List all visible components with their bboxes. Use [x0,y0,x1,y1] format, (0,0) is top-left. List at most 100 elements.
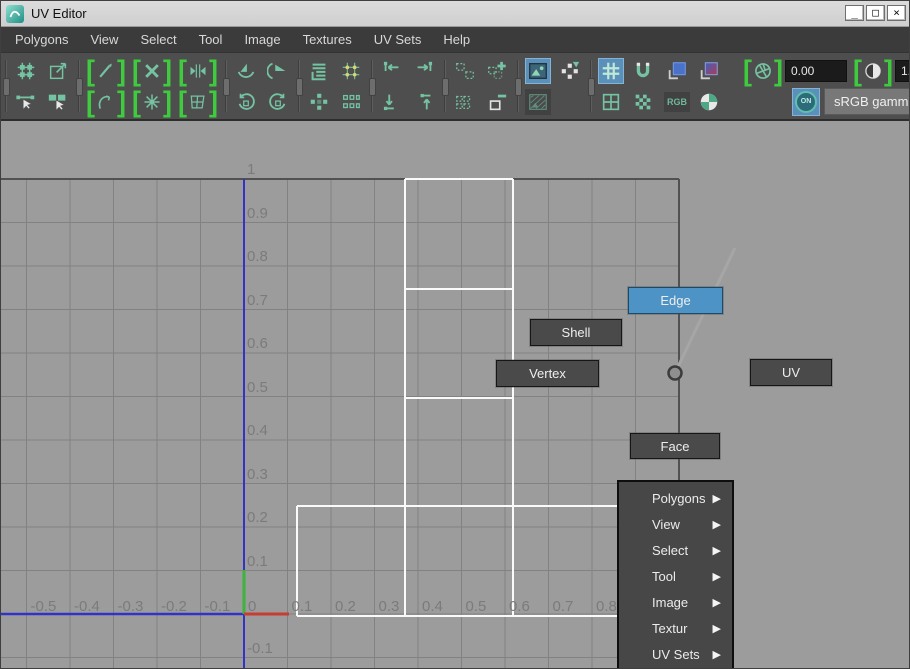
on-indicator: ON [795,90,817,113]
toolbar-group-layout [302,56,368,117]
align-top-icon[interactable] [411,89,437,115]
grab-tool-icon [95,90,117,114]
marking-menu-vertex[interactable]: Vertex [496,360,599,387]
align-right-icon[interactable] [411,58,437,84]
remove-uvs-icon[interactable] [484,89,510,115]
contrast-toggle[interactable]: [ ] [853,56,893,84]
color-management-toggle[interactable]: ON [792,87,820,116]
toolbar-group-selection [9,56,75,117]
menu-view[interactable]: View [79,27,129,53]
add-uvs-icon[interactable] [484,58,510,84]
y-tick-label: 0.7 [247,291,268,309]
copy-uvs-icon[interactable] [452,58,478,84]
context-menu-item-tool[interactable]: Tool ▶ [619,563,732,589]
close-button[interactable]: × [887,5,906,21]
match-grid-icon[interactable] [338,89,364,115]
y-tick-label: 0.4 [247,422,268,439]
shaded-faces-icon[interactable] [696,58,722,84]
uv-distortion-icon[interactable] [557,58,583,84]
x-tick-label: 0.4 [422,598,443,615]
snap-to-grid-icon[interactable] [338,58,364,84]
exposure-toggle[interactable]: [ ] [743,56,783,84]
context-menu-label: Tool [652,568,676,584]
uv-canvas[interactable]: -0.5 -0.4 -0.3 -0.2 -0.1 0 0.1 0.2 0.3 0.4 0.5 0.6 0… [1,121,909,668]
context-menu-item-polygons[interactable]: Polygons ▶ [619,485,732,511]
delete-tool-button[interactable]: [ ] [132,56,172,84]
lattice-transform-icon[interactable] [45,58,71,84]
menu-help[interactable]: Help [432,27,481,53]
view-transform-dropdown[interactable]: sRGB gamma ▼ [824,88,909,115]
marking-menu-shell[interactable]: Shell [530,319,622,346]
maya-app-icon [6,4,24,23]
menu-uv-sets[interactable]: UV Sets [363,27,433,53]
minimize-button[interactable]: _ [845,5,864,21]
y-tick-label: 0.1 [247,552,268,570]
pixel-grid-icon[interactable] [598,89,624,115]
gridlines [1,179,679,668]
menu-select[interactable]: Select [129,27,187,53]
warp-tool-button[interactable]: [ ] [178,87,218,115]
x-tick-label: -0.3 [117,598,144,615]
context-menu-item-view[interactable]: View ▶ [619,511,732,537]
context-menu-item-uv-sets[interactable]: UV Sets ▶ [619,641,732,667]
toolbar-separator [295,59,303,113]
y-tick-label: 1 [247,161,256,178]
maximize-button[interactable]: □ [866,5,885,21]
magnet-snap-icon[interactable] [630,58,656,84]
context-menu-item-textures[interactable]: Textur ▶ [619,615,732,641]
toolbar-separator [587,59,595,113]
submenu-arrow-icon: ▶ [712,648,721,661]
unfold-tool-button[interactable]: [ ] [132,87,172,115]
context-menu-item-select[interactable]: Select ▶ [619,537,732,563]
y-tick-label: 0.3 [247,465,268,483]
menu-polygons[interactable]: Polygons [4,27,79,53]
exposure-input[interactable] [785,59,847,82]
uv-lattice-icon[interactable] [13,58,39,84]
sew-tool-button[interactable]: [ ] [178,56,218,84]
marking-menu-uv[interactable]: UV [750,359,832,386]
toolbar-separator [368,59,376,113]
submenu-arrow-icon: ▶ [712,492,721,505]
title-bar[interactable]: UV Editor _ □ × [1,1,909,27]
gesture-center-dot [667,365,683,381]
context-menu-label: Textur [652,620,688,636]
menu-image[interactable]: Image [233,27,291,53]
marking-menu-face[interactable]: Face [630,433,720,459]
x-tick-label: 0 [248,598,257,615]
menu-textures[interactable]: Textures [292,27,363,53]
x-tick-label: -0.1 [204,598,231,615]
toolbar-group-channels: RGB [660,56,726,117]
x-tick-label: 0.7 [552,598,574,615]
select-edge-loop-icon[interactable] [13,89,39,115]
split-edges-icon [187,59,209,83]
toolbar-group-copy [448,56,514,117]
flip-v-icon[interactable] [265,58,291,84]
align-bottom-icon[interactable] [379,89,405,115]
display-image-button[interactable] [525,57,551,84]
contrast-input[interactable] [895,59,909,82]
toolbar-group-image [521,56,587,117]
alpha-channel-icon[interactable] [696,89,722,115]
grab-tool-button[interactable]: [ ] [86,87,126,115]
toolbar-group-fliprotate [229,56,295,117]
flip-u-icon[interactable] [233,58,259,84]
paste-uvs-icon[interactable] [452,89,478,115]
cut-tool-button[interactable]: [ ] [86,56,126,84]
checker-map-icon[interactable] [630,89,656,115]
distribute-uvs-icon[interactable] [306,89,332,115]
context-menu-panel: Polygons ▶ View ▶ Select ▶ Tool ▶ Image ▶ Tex… [617,480,734,668]
menu-tool[interactable]: Tool [188,27,234,53]
rgb-channels-button[interactable]: RGB [664,91,690,112]
rotate-ccw-icon[interactable] [233,89,259,115]
select-shell-icon[interactable] [45,89,71,115]
rotate-cw-icon[interactable] [265,89,291,115]
dim-image-icon[interactable] [525,88,551,115]
x-tick-label: -0.4 [74,598,100,615]
context-menu-item-image[interactable]: Image ▶ [619,589,732,615]
x-tick-label: 0.2 [335,598,356,615]
grid-display-button[interactable] [598,57,624,84]
marking-menu-edge[interactable]: Edge [628,287,723,314]
layout-uvs-icon[interactable] [306,58,332,84]
align-left-icon[interactable] [379,58,405,84]
front-faces-icon[interactable] [664,58,690,84]
